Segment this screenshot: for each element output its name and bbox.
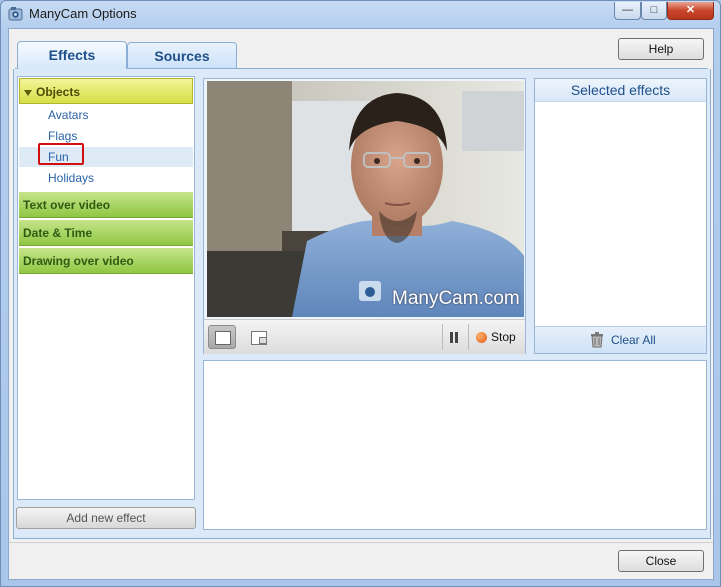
- category-label: Objects: [36, 85, 81, 99]
- help-button[interactable]: Help: [618, 38, 704, 60]
- toolbar-separator: [442, 324, 443, 350]
- window-title: ManyCam Options: [29, 6, 137, 21]
- video-watermark: ManyCam.com: [392, 288, 520, 309]
- effect-item-avatars[interactable]: Avatars: [48, 105, 188, 125]
- stop-icon[interactable]: [476, 332, 487, 343]
- stop-button-label[interactable]: Stop: [491, 330, 516, 344]
- effects-category-list: Objects Avatars Flags Fun Holidays Text …: [17, 76, 195, 500]
- manycam-options-window: ManyCam Options — □ ✕ Effects Sources He…: [0, 0, 721, 587]
- minimize-button[interactable]: —: [614, 2, 641, 20]
- tab-sources[interactable]: Sources: [127, 42, 237, 68]
- webcam-image: [207, 81, 524, 317]
- category-drawing-over-video[interactable]: Drawing over video: [19, 248, 193, 274]
- clear-all-bar[interactable]: Clear All: [535, 326, 706, 353]
- maximize-button[interactable]: □: [641, 2, 667, 20]
- category-objects[interactable]: Objects: [19, 78, 193, 104]
- trash-icon: [591, 332, 603, 348]
- category-date-time[interactable]: Date & Time: [19, 220, 193, 246]
- client-area: Effects Sources Help Objects Avatars Fla…: [8, 28, 714, 580]
- footer-divider: [9, 542, 713, 543]
- category-text-over-video[interactable]: Text over video: [19, 192, 193, 218]
- video-preview-frame: ManyCam.com Stop: [203, 78, 526, 354]
- effect-options-panel: [203, 360, 707, 530]
- manycam-app-icon: [8, 7, 23, 21]
- close-button[interactable]: Close: [618, 550, 704, 572]
- picture-in-picture-button[interactable]: [244, 325, 272, 349]
- video-toolbar: Stop: [204, 319, 525, 354]
- add-new-effect-button[interactable]: Add new effect: [16, 507, 196, 529]
- fullscreen-view-button[interactable]: [208, 325, 236, 349]
- highlight-box: [38, 143, 84, 165]
- full-view-icon: [215, 331, 231, 345]
- clear-all-button[interactable]: Clear All: [611, 333, 656, 347]
- expand-triangle-icon: [24, 89, 32, 96]
- pause-icon[interactable]: [450, 332, 458, 343]
- effects-tab-panel: Objects Avatars Flags Fun Holidays Text …: [13, 69, 711, 539]
- selected-effects-panel: Selected effects Clear All: [534, 78, 707, 354]
- webcam-video: ManyCam.com: [207, 81, 524, 317]
- title-bar[interactable]: ManyCam Options — □ ✕: [1, 1, 720, 27]
- selected-effects-title: Selected effects: [535, 79, 706, 102]
- toolbar-separator: [468, 324, 469, 350]
- window-close-button[interactable]: ✕: [667, 2, 714, 20]
- effect-item-holidays[interactable]: Holidays: [48, 168, 188, 188]
- tab-effects[interactable]: Effects: [17, 41, 127, 69]
